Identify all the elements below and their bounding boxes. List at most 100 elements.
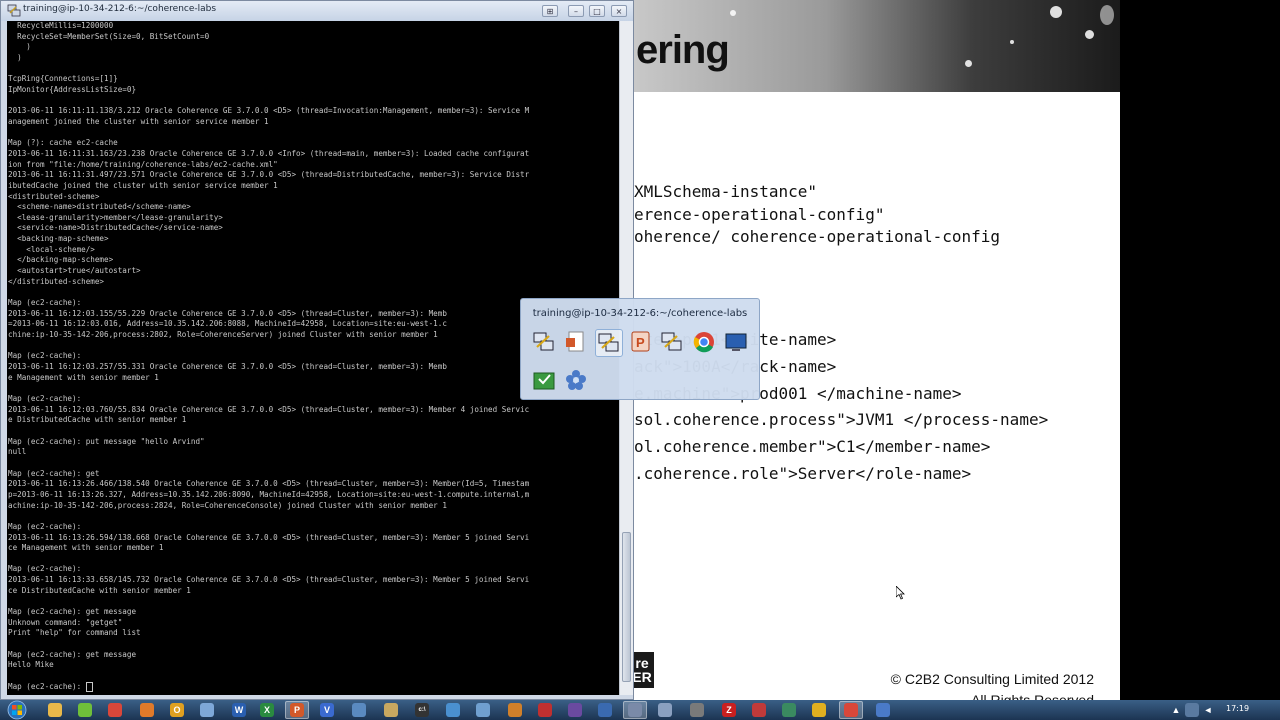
putty-icon[interactable] xyxy=(595,329,623,357)
terminal-line: ce DistributedCache with senior member 1 xyxy=(8,585,191,595)
terminal-line: 2013-06-11 16:11:31.163/23.238 Oracle Co… xyxy=(8,148,530,158)
explorer-icon[interactable] xyxy=(48,703,62,717)
terminal-line: <distributed-scheme> xyxy=(8,191,100,201)
terminal-line: chine:ip-10-35-142-206,process:2802, Rol… xyxy=(8,330,438,340)
java-icon[interactable] xyxy=(508,703,522,717)
chrome-icon[interactable] xyxy=(108,703,122,717)
slide-header-banner: ering xyxy=(630,0,1120,92)
chrome2-icon[interactable] xyxy=(844,703,858,717)
terminal-line: RecycleMillis=1200000 xyxy=(8,21,114,30)
document-icon[interactable] xyxy=(563,329,589,355)
putty-icon[interactable] xyxy=(659,329,685,355)
bokeh-dot xyxy=(1050,6,1062,18)
filezilla-icon[interactable]: Z xyxy=(722,703,736,717)
bokeh-dot xyxy=(1010,40,1014,44)
terminal-line: p=2013-06-11 16:13:26.327, Address=10.35… xyxy=(8,489,530,499)
visio-icon[interactable]: V xyxy=(320,703,334,717)
shield-icon[interactable] xyxy=(598,703,612,717)
folder-icon[interactable] xyxy=(384,703,398,717)
terminal-line: Print "help" for command list xyxy=(8,628,141,638)
terminal-line: Map (ec2-cache): xyxy=(8,681,86,691)
close-button[interactable]: × xyxy=(611,5,627,17)
putty-icon[interactable] xyxy=(628,703,642,717)
volume-icon[interactable]: ◄ xyxy=(1201,703,1215,717)
terminal-line: RecycleSet=MemberSet(Size=0, BitSetCount… xyxy=(8,31,210,41)
terminal-line: Map (ec2-cache): get message xyxy=(8,607,137,617)
network3-icon[interactable] xyxy=(782,703,796,717)
svg-text:P: P xyxy=(636,335,645,350)
terminal-line: ) xyxy=(8,52,22,62)
tools-icon[interactable] xyxy=(690,703,704,717)
arrow-icon[interactable] xyxy=(658,703,672,717)
bokeh-dot xyxy=(1085,30,1094,39)
word-icon[interactable]: W xyxy=(232,703,246,717)
xml-line: .coherence.role">Server</role-name> xyxy=(634,464,972,483)
terminal-line: 2013-06-11 16:12:03.760/55.834 Oracle Co… xyxy=(8,404,530,414)
terminal-line: 2013-06-11 16:13:33.658/145.732 Oracle C… xyxy=(8,575,530,585)
taskbar-clock[interactable]: 17:19 xyxy=(1226,704,1249,713)
show-hidden-icons-icon[interactable]: ▲ xyxy=(1169,703,1183,717)
terminal-line: 2013-06-11 16:11:31.497/23.571 Oracle Co… xyxy=(8,170,530,180)
terminal-line: Map (ec2-cache): xyxy=(8,521,82,531)
terminal-line: <autostart>true</autostart> xyxy=(8,266,141,276)
terminal-line: achine:ip-10-35-142-206,process:2824, Ro… xyxy=(8,500,447,510)
green-app-icon[interactable] xyxy=(78,703,92,717)
desktop-background xyxy=(1120,0,1280,700)
terminal-line: Map (ec2-cache): xyxy=(8,298,82,308)
maximize-button[interactable]: □ xyxy=(589,5,605,17)
terminal-cursor xyxy=(85,681,93,692)
terminal-line: </backing-map-scheme> xyxy=(8,255,114,265)
eclipse-icon[interactable] xyxy=(568,703,582,717)
sun-icon[interactable] xyxy=(812,703,826,717)
terminal-line: ibutedCache joined the cluster with seni… xyxy=(8,180,278,190)
window-titlebar[interactable]: training@ip-10-34-212-6:~/coherence-labs… xyxy=(1,1,633,21)
extra-window-button[interactable]: ⊞ xyxy=(542,5,558,17)
powerpoint-icon[interactable]: P xyxy=(290,703,304,717)
minimize-button[interactable]: – xyxy=(568,5,584,17)
chart-icon[interactable] xyxy=(752,703,766,717)
terminal-line: </distributed-scheme> xyxy=(8,276,105,286)
bokeh-dot xyxy=(730,10,736,16)
excel-icon[interactable]: X xyxy=(260,703,274,717)
network2-icon[interactable] xyxy=(476,703,490,717)
terminal-line: null xyxy=(8,447,27,457)
notes-icon[interactable] xyxy=(200,703,214,717)
chrome-icon[interactable] xyxy=(691,329,717,355)
putty-icon xyxy=(7,4,21,17)
copyright-text: © C2B2 Consulting Limited 2012 xyxy=(890,671,1094,687)
xml-line: sol.coherence.process">JVM1 </process-na… xyxy=(634,410,1049,429)
terminal-line: <lease-granularity>member</lease-granula… xyxy=(8,212,223,222)
taskbar-group-popup[interactable]: training@ip-10-34-212-6:~/coherence-labs… xyxy=(520,298,760,400)
download-icon[interactable] xyxy=(531,367,557,393)
xml-line: ol.coherence.member">C1</member-name> xyxy=(634,437,991,456)
terminal-line: Unknown command: "getget" xyxy=(8,617,123,627)
mouse-pointer-icon xyxy=(896,586,905,600)
powerpoint-icon[interactable]: P xyxy=(627,329,653,355)
bug-icon[interactable] xyxy=(538,703,552,717)
flower-icon[interactable] xyxy=(876,703,890,717)
rights-reserved-text: All Rights Reserved xyxy=(971,692,1094,700)
outlook-icon[interactable]: O xyxy=(170,703,184,717)
remote-desktop-icon[interactable] xyxy=(723,329,749,355)
terminal-line: ) xyxy=(8,42,31,52)
terminal-line: Map (ec2-cache): put message "hello Arvi… xyxy=(8,436,205,446)
system-tray: ▲ ◄ xyxy=(1165,700,1280,720)
terminal-line: 2013-06-11 16:12:03.257/55.331 Oracle Co… xyxy=(8,362,447,371)
scrollbar-thumb[interactable] xyxy=(622,532,631,682)
terminal-line: ce Management with senior member 1 xyxy=(8,543,164,553)
terminal-line: Map (ec2-cache): xyxy=(8,564,82,574)
popup-title: training@ip-10-34-212-6:~/coherence-labs xyxy=(532,308,748,319)
putty-icon[interactable] xyxy=(531,329,557,355)
terminal-line: 2013-06-11 16:13:26.594/138.668 Oracle C… xyxy=(8,532,530,542)
flower-icon[interactable] xyxy=(563,367,589,393)
terminal-line: TcpRing{Connections=[1]} xyxy=(8,74,118,84)
terminal-line: <local-scheme/> xyxy=(8,244,95,254)
start-button[interactable] xyxy=(2,700,32,720)
terminal-line: Map (ec2-cache): get xyxy=(8,468,100,478)
console-icon[interactable]: c:\ xyxy=(415,703,429,717)
firefox-icon[interactable] xyxy=(140,703,154,717)
terminal-line: Map (ec2-cache): xyxy=(8,351,82,361)
network-icon[interactable] xyxy=(352,703,366,717)
network-tray-icon[interactable] xyxy=(1185,703,1199,717)
tool-icon[interactable] xyxy=(446,703,460,717)
